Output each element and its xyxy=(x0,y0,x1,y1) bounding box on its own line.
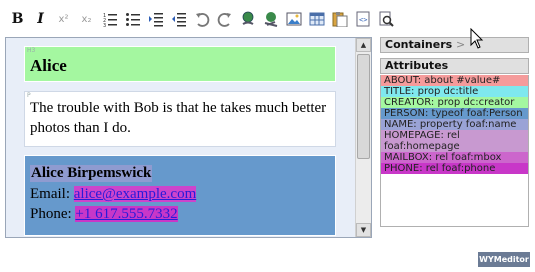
attributes-label: Attributes xyxy=(385,59,449,72)
svg-text:<>: <> xyxy=(359,16,367,24)
toolbar: B I x² x₂ 123 <> xyxy=(6,6,397,32)
attribute-item[interactable]: CREATOR: prop dc:creator xyxy=(381,97,528,108)
redo-button[interactable] xyxy=(213,8,236,31)
attribute-item[interactable]: TITLE: prop dc:title xyxy=(381,86,528,97)
paste-icon xyxy=(332,12,347,27)
link-button[interactable] xyxy=(236,8,259,31)
email-label: Email: xyxy=(30,186,74,202)
outdent-icon xyxy=(171,13,186,27)
scroll-thumb[interactable] xyxy=(357,54,370,159)
indent-icon xyxy=(148,13,163,27)
attributes-header: Attributes xyxy=(380,58,529,74)
email-link[interactable]: alice@example.com xyxy=(73,186,197,202)
containers-header[interactable]: Containers > xyxy=(380,37,529,53)
vcard-block[interactable]: Alice Birpemswick Email: alice@example.c… xyxy=(24,155,336,236)
block-tag-label: H3 xyxy=(27,47,36,54)
preview-button[interactable] xyxy=(374,8,397,31)
redo-icon xyxy=(217,13,231,27)
outdent-button[interactable] xyxy=(167,8,190,31)
attribute-item[interactable]: MAILBOX: rel foaf:mbox xyxy=(381,152,528,163)
unlink-button[interactable] xyxy=(259,8,282,31)
paste-button[interactable] xyxy=(328,8,351,31)
editor-content[interactable]: H3 Alice P The trouble with Bob is that … xyxy=(6,38,356,237)
wymeditor-logo[interactable]: WYMeditor xyxy=(478,252,530,267)
table-icon xyxy=(309,12,324,26)
bold-button[interactable]: B xyxy=(6,8,29,31)
image-icon xyxy=(286,12,301,26)
heading-text[interactable]: Alice xyxy=(30,56,67,76)
paragraph-block[interactable]: P The trouble with Bob is that he takes … xyxy=(24,91,336,147)
h3-block[interactable]: H3 Alice xyxy=(24,46,336,82)
ordered-list-icon: 123 xyxy=(103,13,117,27)
attribute-item[interactable]: HOMEPAGE: rel foaf:homepage xyxy=(381,130,528,152)
ordered-list-button[interactable]: 123 xyxy=(98,8,121,31)
scroll-down-arrow[interactable]: ▼ xyxy=(356,223,371,237)
html-icon: <> xyxy=(356,11,369,27)
person-name[interactable]: Alice Birpemswick xyxy=(30,165,153,182)
paragraph-text[interactable]: The trouble with Bob is that he takes mu… xyxy=(30,98,330,138)
link-icon xyxy=(241,11,254,25)
scroll-up-arrow[interactable]: ▲ xyxy=(356,38,371,52)
italic-button[interactable]: I xyxy=(29,8,52,31)
attributes-list: ABOUT: about #value# TITLE: prop dc:titl… xyxy=(380,75,529,227)
attribute-item[interactable]: NAME: property foaf:name xyxy=(381,119,528,130)
image-button[interactable] xyxy=(282,8,305,31)
unordered-list-icon xyxy=(125,13,140,26)
subscript-button[interactable]: x₂ xyxy=(75,8,98,31)
html-button[interactable]: <> xyxy=(351,8,374,31)
attribute-item[interactable]: PERSON: typeof foaf:Person xyxy=(381,108,528,119)
unordered-list-button[interactable] xyxy=(121,8,144,31)
preview-icon xyxy=(379,11,394,27)
undo-button[interactable] xyxy=(190,8,213,31)
indent-button[interactable] xyxy=(144,8,167,31)
email-line: Email: alice@example.com xyxy=(30,185,197,203)
table-button[interactable] xyxy=(305,8,328,31)
mouse-cursor-icon xyxy=(470,28,484,49)
svg-text:3: 3 xyxy=(103,23,106,27)
attribute-item[interactable]: ABOUT: about #value# xyxy=(381,75,528,86)
attribute-item[interactable]: PHONE: rel foaf:phone xyxy=(381,163,528,174)
vertical-scrollbar[interactable]: ▲ ▼ xyxy=(355,38,371,237)
containers-arrow: > xyxy=(456,38,466,51)
phone-link[interactable]: +1 617.555.7332 xyxy=(75,206,178,222)
undo-icon xyxy=(195,13,209,27)
unlink-icon xyxy=(264,12,277,27)
phone-label: Phone: xyxy=(30,206,76,222)
containers-label: Containers xyxy=(385,38,453,51)
phone-line: Phone: +1 617.555.7332 xyxy=(30,205,178,223)
superscript-button[interactable]: x² xyxy=(52,8,75,31)
editor-area[interactable]: H3 Alice P The trouble with Bob is that … xyxy=(5,37,372,238)
